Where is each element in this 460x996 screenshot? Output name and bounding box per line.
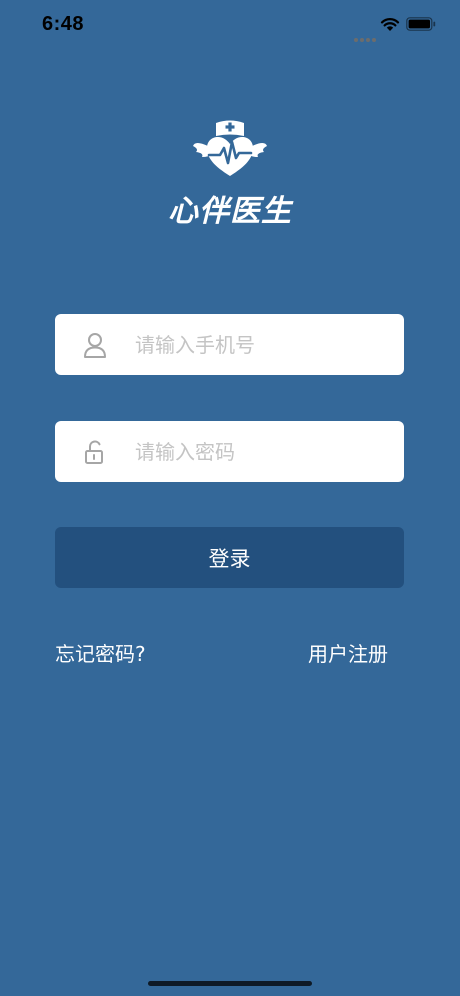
app-name: 心伴医生 bbox=[168, 194, 292, 229]
forgot-password-link[interactable]: 忘记密码? bbox=[55, 638, 146, 667]
status-time: 6:48 bbox=[42, 13, 85, 35]
user-icon bbox=[84, 333, 106, 358]
wifi-icon bbox=[380, 18, 400, 31]
cellular-signal-icon bbox=[354, 27, 378, 42]
register-link[interactable]: 用户注册 bbox=[308, 638, 388, 667]
phone-input[interactable] bbox=[135, 314, 385, 375]
nurse-heart-logo-icon bbox=[193, 120, 267, 176]
password-input[interactable] bbox=[135, 421, 385, 482]
battery-icon bbox=[406, 17, 436, 31]
login-button[interactable]: 登录 bbox=[55, 527, 404, 588]
password-input-box[interactable] bbox=[55, 421, 404, 482]
home-indicator bbox=[148, 981, 312, 986]
lock-icon bbox=[85, 440, 103, 464]
status-bar: 6:48 bbox=[0, 0, 460, 48]
phone-input-box[interactable] bbox=[55, 314, 404, 375]
